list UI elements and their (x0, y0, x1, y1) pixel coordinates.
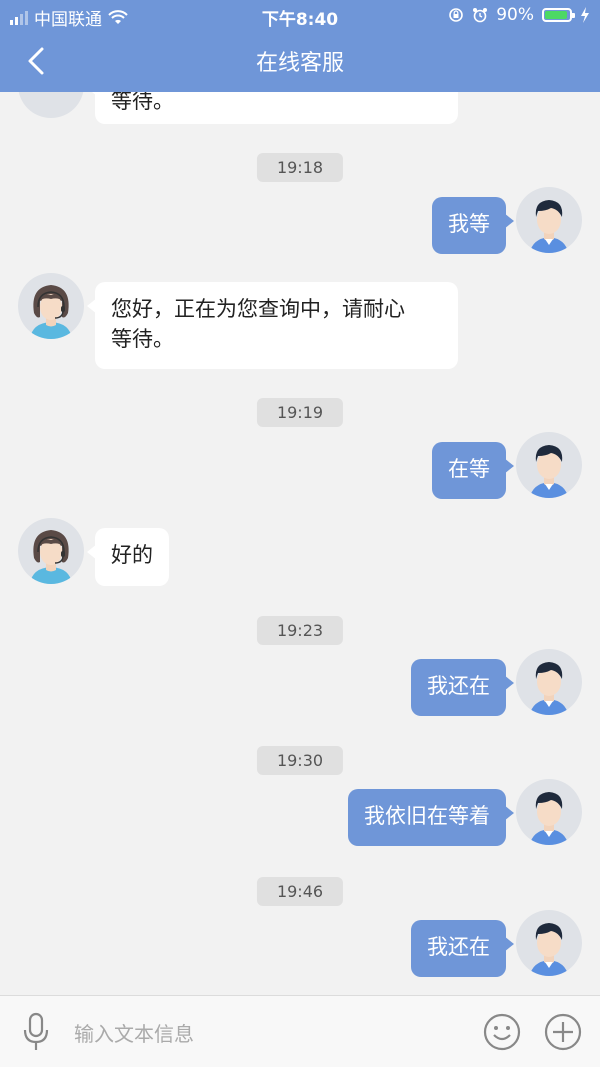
smiley-icon[interactable] (482, 1012, 522, 1052)
user-message-bubble: 我还在 (411, 659, 514, 716)
message-text: 等待。 (111, 92, 174, 113)
user-message-bubble: 在等 (432, 442, 514, 499)
user-message-bubble: 我还在 (411, 920, 514, 977)
user-avatar-icon (530, 445, 568, 498)
plus-circle-icon[interactable] (543, 1012, 583, 1052)
microphone-icon[interactable] (20, 1012, 52, 1052)
charging-icon (581, 7, 589, 23)
user-avatar-icon (530, 662, 568, 715)
message-text: 我还在 (427, 935, 490, 959)
message-text: 我等 (448, 212, 490, 236)
agent-message-bubble: 您好，正在为您查询中，请耐心 等待。 (87, 282, 458, 369)
user-avatar-icon (530, 200, 568, 253)
status-bar: 中国联通 下午8:40 90% (0, 0, 600, 30)
message-text: 在等 (448, 457, 490, 481)
battery-icon (542, 8, 575, 22)
top-bar: 中国联通 下午8:40 90% 在线客服 (0, 0, 600, 92)
timestamp: 19:19 (256, 398, 344, 427)
timestamp: 19:18 (256, 153, 344, 182)
user-message-bubble: 我依旧在等着 (348, 789, 514, 846)
agent-avatar-icon (30, 285, 72, 339)
message-text: 我还在 (427, 674, 490, 698)
user-avatar (516, 187, 582, 253)
user-message-bubble: 我等 (432, 197, 514, 254)
timestamp: 19:46 (256, 877, 344, 906)
agent-avatar-icon (30, 530, 72, 584)
agent-message-bubble: 好的 (87, 528, 169, 586)
user-avatar (516, 779, 582, 845)
agent-avatar (18, 92, 84, 118)
rotation-lock-icon (449, 8, 464, 22)
message-input[interactable]: 输入文本信息 (74, 1018, 194, 1047)
input-bar: 输入文本信息 (0, 995, 600, 1067)
user-avatar (516, 649, 582, 715)
agent-avatar (18, 518, 84, 584)
timestamp: 19:23 (256, 616, 344, 645)
message-text: 好的 (111, 543, 153, 567)
agent-avatar (18, 273, 84, 339)
agent-message-bubble: 等待。 (87, 92, 458, 124)
message-text: 我依旧在等着 (364, 804, 490, 828)
user-avatar (516, 910, 582, 976)
user-avatar (516, 432, 582, 498)
chat-area[interactable]: 等待。 19:18 我等 您好，正在为您查询中，请耐心 等待。 19:19 在等… (0, 92, 600, 995)
user-avatar-icon (530, 923, 568, 976)
message-text-line: 您好，正在为您查询中，请耐心 (111, 297, 405, 321)
message-text-line: 等待。 (111, 327, 174, 351)
battery-percent: 90% (496, 5, 534, 25)
page-title: 在线客服 (255, 51, 344, 76)
user-avatar-icon (530, 792, 568, 845)
alarm-icon (473, 8, 488, 23)
timestamp: 19:30 (256, 746, 344, 775)
